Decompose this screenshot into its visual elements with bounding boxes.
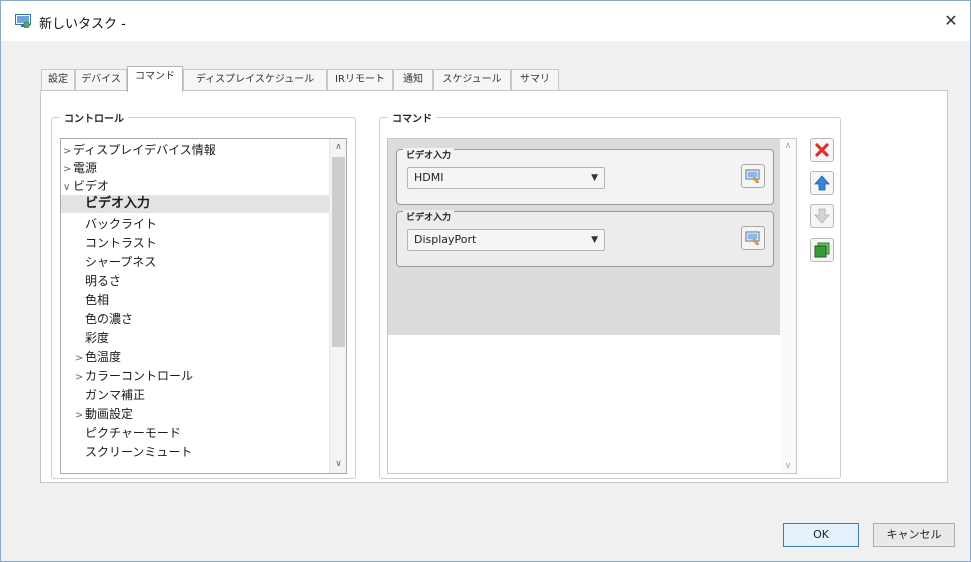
tab-summary[interactable]: サマリ	[511, 69, 559, 91]
control-group: コントロール > ディスプレイデバイス情報 > 電源 ∨ ビデオ ビデオ入力 バックラ…	[51, 110, 356, 479]
tab-notifications[interactable]: 通知	[393, 69, 433, 91]
tree-item-label: スクリーンミュート	[85, 445, 193, 459]
title-bar: 新しいタスク - ✕	[1, 1, 970, 41]
scroll-up-arrow-icon[interactable]: ∧	[330, 139, 346, 156]
tree-item-color-control[interactable]: > カラーコントロール	[75, 367, 193, 385]
command-edit-button[interactable]	[741, 226, 765, 250]
tree-item-label: 色温度	[85, 350, 122, 364]
ok-button[interactable]: OK	[783, 523, 859, 547]
tree-item-label: ビデオ入力	[85, 196, 151, 211]
tree-item-sharpness[interactable]: シャープネス	[85, 253, 156, 271]
expand-caret-icon[interactable]: >	[75, 369, 85, 387]
expand-caret-icon[interactable]: >	[75, 350, 85, 368]
video-input-select[interactable]: HDMI ▼	[407, 167, 605, 189]
edit-monitor-icon	[745, 231, 760, 246]
edit-monitor-icon	[745, 169, 760, 184]
command-card-label: ビデオ入力	[403, 210, 455, 223]
tree-item-label: 電源	[73, 161, 98, 175]
video-input-select[interactable]: DisplayPort ▼	[407, 229, 605, 251]
delete-command-button[interactable]	[810, 138, 834, 162]
tree-item-backlight[interactable]: バックライト	[85, 215, 157, 233]
cancel-button[interactable]: キャンセル	[873, 523, 955, 547]
commands-tab-panel: コントロール > ディスプレイデバイス情報 > 電源 ∨ ビデオ ビデオ入力 バックラ…	[40, 90, 948, 483]
tree-item-saturation[interactable]: 彩度	[85, 329, 109, 347]
tree-item-contrast[interactable]: コントラスト	[85, 234, 157, 252]
command-group-title: コマンド	[388, 110, 436, 125]
tab-schedule[interactable]: スケジュール	[433, 69, 511, 91]
tree-item-brightness[interactable]: 明るさ	[85, 272, 121, 290]
task-app-icon	[15, 14, 31, 28]
window-title: 新しいタスク -	[39, 17, 126, 32]
tree-item-label: ピクチャーモード	[85, 426, 181, 440]
tree-item-label: シャープネス	[85, 255, 157, 269]
command-edit-button[interactable]	[741, 164, 765, 188]
close-button[interactable]: ✕	[937, 7, 965, 35]
scroll-down-arrow-icon[interactable]: ∨	[330, 456, 346, 473]
tree-item-label: 色の濃さ	[85, 312, 134, 326]
tree-item-label: コントラスト	[85, 236, 157, 250]
tab-settings[interactable]: 設定	[41, 69, 75, 91]
tab-commands[interactable]: コマンド	[127, 66, 183, 92]
tree-item-label: 彩度	[85, 331, 110, 345]
command-list-scrollbar[interactable]: ∧ ∨	[780, 139, 796, 473]
duplicate-command-button[interactable]	[810, 238, 834, 262]
tree-item-video-input[interactable]: ビデオ入力	[61, 195, 329, 213]
tab-ir-remote[interactable]: IRリモート	[327, 69, 393, 91]
dropdown-arrow-icon[interactable]: ▼	[591, 230, 598, 250]
command-card[interactable]: ビデオ入力 HDMI ▼	[396, 148, 774, 205]
tree-item-label: カラーコントロール	[85, 369, 194, 383]
move-up-button[interactable]	[810, 171, 834, 195]
task-dialog-window: 新しいタスク - ✕ 設定 デバイス コマンド ディスプレイスケジュール IRリ…	[0, 0, 971, 562]
move-up-icon	[814, 175, 830, 191]
expand-caret-icon[interactable]: >	[75, 407, 85, 425]
tree-item-label: バックライト	[85, 217, 158, 231]
tab-strip: 設定 デバイス コマンド ディスプレイスケジュール IRリモート 通知 スケジュ…	[41, 66, 941, 92]
tree-item-power[interactable]: > 電源	[63, 159, 97, 177]
tree-item-label: 色相	[85, 293, 110, 307]
tree-item-label: 明るさ	[85, 274, 122, 288]
tree-item-screen-mute[interactable]: スクリーンミュート	[85, 443, 192, 461]
control-group-title: コントロール	[60, 110, 128, 125]
move-down-icon	[814, 208, 830, 224]
tree-item-gamma[interactable]: ガンマ補正	[85, 386, 145, 404]
tree-item-motion-settings[interactable]: > 動画設定	[75, 405, 133, 423]
control-tree-scrollbar[interactable]: ∧ ∨	[329, 139, 346, 473]
tab-devices[interactable]: デバイス	[75, 69, 127, 91]
delete-icon	[815, 143, 829, 157]
move-down-button[interactable]	[810, 204, 834, 228]
tree-item-label: ガンマ補正	[85, 388, 146, 402]
scrollbar-thumb[interactable]	[332, 157, 345, 347]
command-card-label: ビデオ入力	[403, 148, 455, 161]
tab-display-schedule[interactable]: ディスプレイスケジュール	[183, 69, 327, 91]
command-list: ビデオ入力 HDMI ▼ ビデオ入力 DisplayPort ▼ ∧ ∨	[387, 138, 797, 474]
tree-item-hue[interactable]: 色相	[85, 291, 109, 309]
control-tree: > ディスプレイデバイス情報 > 電源 ∨ ビデオ ビデオ入力 バックライト コントラ…	[60, 138, 347, 474]
select-value: DisplayPort	[414, 233, 477, 246]
tree-item-video[interactable]: ∨ ビデオ	[63, 177, 109, 195]
select-value: HDMI	[414, 171, 444, 184]
tree-item-color-density[interactable]: 色の濃さ	[85, 310, 133, 328]
duplicate-icon	[814, 242, 830, 258]
command-group: コマンド ビデオ入力 HDMI ▼ ビデオ入力 DisplayPort ▼ ∧ …	[379, 110, 841, 479]
scroll-up-arrow-icon[interactable]: ∧	[780, 141, 796, 151]
scroll-down-arrow-icon[interactable]: ∨	[780, 461, 796, 471]
tree-item-color-temperature[interactable]: > 色温度	[75, 348, 121, 366]
command-card[interactable]: ビデオ入力 DisplayPort ▼	[396, 210, 774, 267]
tree-item-display-device-info[interactable]: > ディスプレイデバイス情報	[63, 141, 216, 159]
dropdown-arrow-icon[interactable]: ▼	[591, 168, 598, 188]
tree-item-label: 動画設定	[85, 407, 134, 421]
tree-item-label: ディスプレイデバイス情報	[73, 143, 216, 157]
tree-item-label: ビデオ	[73, 179, 110, 193]
tree-item-picture-mode[interactable]: ピクチャーモード	[85, 424, 181, 442]
